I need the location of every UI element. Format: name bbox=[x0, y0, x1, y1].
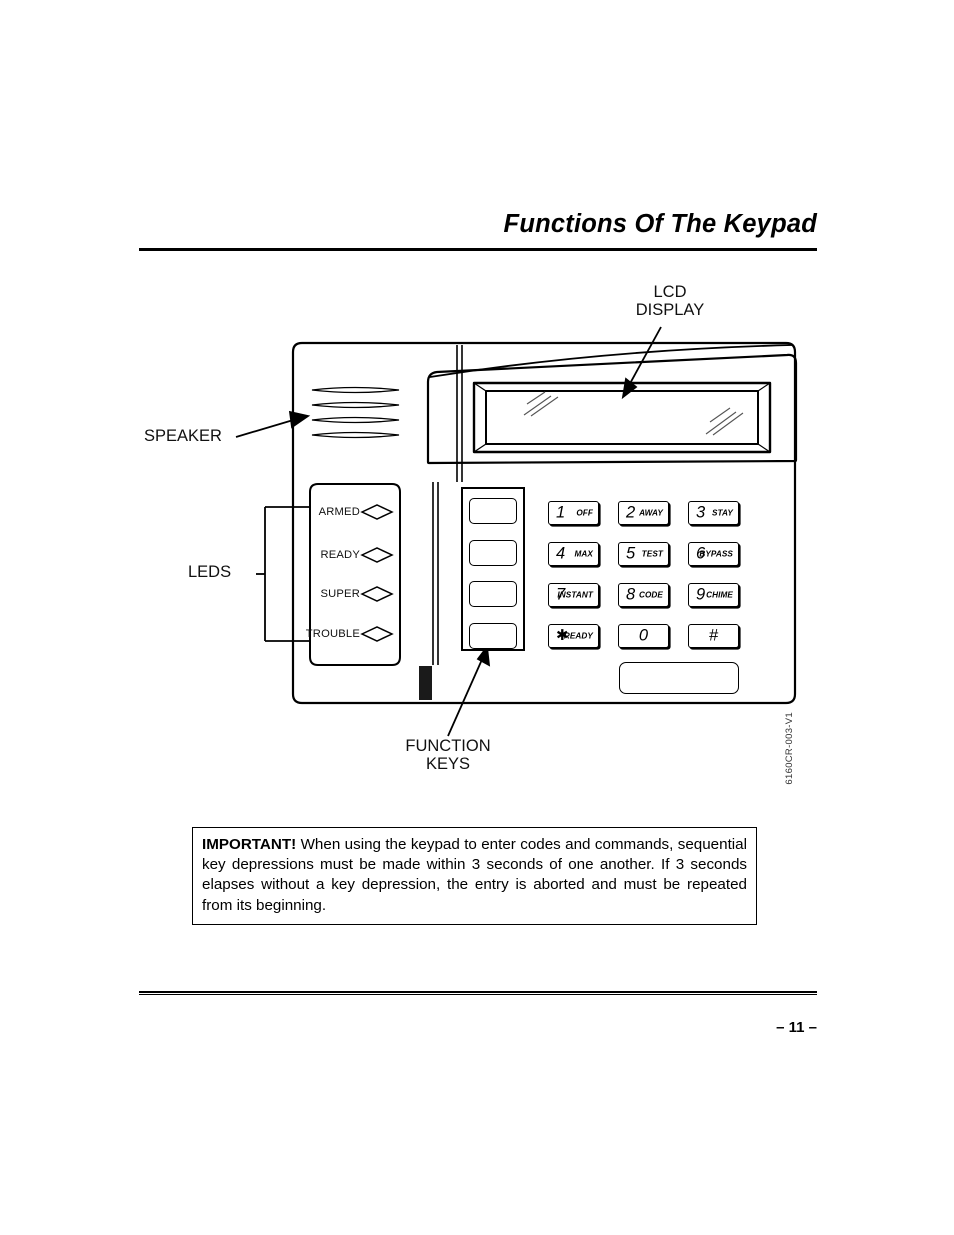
key-7[interactable]: 7 INSTANT bbox=[548, 583, 599, 607]
key-4[interactable]: 4 MAX bbox=[548, 542, 599, 566]
key-3-sublabel: STAY bbox=[711, 508, 733, 518]
key-2-sublabel: AWAY bbox=[639, 508, 663, 518]
callout-leaders bbox=[235, 326, 662, 737]
callout-function-keys: FUNCTION KEYS bbox=[405, 737, 491, 774]
function-key-1[interactable] bbox=[469, 498, 517, 524]
led-label-super: SUPER bbox=[320, 588, 360, 600]
function-key-2[interactable] bbox=[469, 540, 517, 566]
key-0-digit: 0 bbox=[638, 626, 649, 645]
part-number: 6160CR-003-V1 bbox=[784, 712, 795, 785]
key-4-sublabel: MAX bbox=[574, 549, 593, 559]
speaker-grille bbox=[311, 386, 400, 439]
key-2[interactable]: 2 AWAY bbox=[618, 501, 669, 525]
panel-seam-lines bbox=[432, 345, 463, 665]
lcd-bezel-panel bbox=[426, 353, 798, 465]
key-5-digit: 5 bbox=[626, 544, 636, 563]
key-7-sublabel: INSTANT bbox=[557, 590, 593, 600]
key-4-digit: 4 bbox=[556, 544, 566, 563]
keypad-figure bbox=[0, 0, 954, 1235]
key-5[interactable]: 5 TEST bbox=[618, 542, 669, 566]
footer-rule bbox=[139, 991, 817, 995]
key-8-sublabel: CODE bbox=[638, 590, 663, 600]
bezel-top-curve bbox=[429, 344, 793, 378]
lcd-screen bbox=[485, 390, 759, 445]
callout-lcd-display: LCD DISPLAY bbox=[635, 283, 705, 320]
function-key-4[interactable] bbox=[469, 623, 517, 649]
key-8[interactable]: 8 CODE bbox=[618, 583, 669, 607]
callout-leds: LEDS bbox=[188, 563, 232, 581]
callout-speaker: SPEAKER bbox=[144, 427, 222, 445]
latch-block bbox=[419, 666, 432, 700]
important-note-text: IMPORTANT! When using the keypad to ente… bbox=[202, 835, 747, 916]
document-page: Functions Of The Keypad LCD DISPLAY SPEA… bbox=[0, 0, 954, 1235]
led-label-ready: READY bbox=[320, 549, 360, 561]
led-lenses bbox=[360, 504, 394, 642]
key-1-sublabel: OFF bbox=[576, 508, 593, 518]
key-hash[interactable]: # bbox=[688, 624, 739, 648]
lcd-bevel-corners bbox=[473, 382, 771, 453]
key-2-digit: 2 bbox=[626, 503, 636, 522]
lcd-outer-frame bbox=[472, 381, 772, 454]
led-label-trouble: TROUBLE bbox=[305, 628, 360, 640]
key-9-sublabel: CHIME bbox=[706, 590, 733, 600]
key-8-digit: 8 bbox=[626, 585, 636, 604]
important-note-box: IMPORTANT! When using the keypad to ente… bbox=[192, 827, 757, 925]
page-header: Functions Of The Keypad bbox=[139, 210, 817, 256]
header-rule bbox=[139, 248, 817, 251]
key-3[interactable]: 3 STAY bbox=[688, 501, 739, 525]
key-5-sublabel: TEST bbox=[641, 549, 663, 559]
page-title: Functions Of The Keypad bbox=[503, 210, 817, 238]
key-star[interactable]: ✱ READY bbox=[548, 624, 599, 648]
key-9[interactable]: 9 CHIME bbox=[688, 583, 739, 607]
lcd-glare bbox=[523, 391, 744, 436]
key-0[interactable]: 0 bbox=[618, 624, 669, 648]
key-star-sublabel: READY bbox=[563, 631, 593, 641]
led-label-armed: ARMED bbox=[318, 506, 360, 518]
key-9-digit: 9 bbox=[696, 585, 706, 604]
wide-blank-key[interactable] bbox=[619, 662, 739, 694]
key-6-sublabel: BYPASS bbox=[699, 549, 733, 559]
important-note-lead: IMPORTANT! bbox=[202, 836, 297, 853]
key-6[interactable]: 6 BYPASS bbox=[688, 542, 739, 566]
hash-icon: # bbox=[708, 626, 719, 645]
page-number: – 11 – bbox=[776, 1019, 817, 1036]
key-1-digit: 1 bbox=[556, 503, 566, 522]
function-key-3[interactable] bbox=[469, 581, 517, 607]
key-3-digit: 3 bbox=[696, 503, 706, 522]
key-1[interactable]: 1 OFF bbox=[548, 501, 599, 525]
